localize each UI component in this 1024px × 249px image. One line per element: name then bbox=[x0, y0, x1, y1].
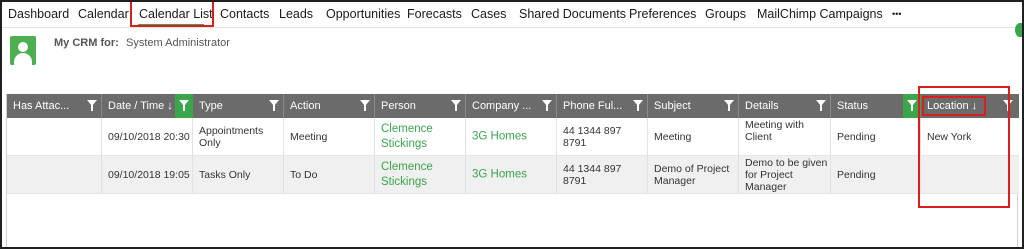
cell-datetime: 09/10/2018 19:05 bbox=[102, 156, 193, 194]
nav-groups[interactable]: Groups bbox=[705, 7, 746, 21]
col-type[interactable]: Type bbox=[193, 94, 284, 118]
cell-datetime: 09/10/2018 20:30 bbox=[102, 118, 193, 156]
filter-icon[interactable] bbox=[447, 94, 465, 118]
col-label: Date / Time ↓ bbox=[108, 100, 173, 112]
highlight-box-location-header bbox=[922, 96, 986, 116]
nav-leads[interactable]: Leads bbox=[279, 7, 313, 21]
crm-user-name: System Administrator bbox=[126, 37, 230, 49]
calendar-list-grid: Has Attac... Date / Time ↓ Type Action P… bbox=[6, 94, 1019, 247]
crm-for-label: My CRM for: bbox=[54, 37, 119, 49]
filter-icon[interactable] bbox=[812, 94, 830, 118]
col-details[interactable]: Details bbox=[739, 94, 831, 118]
nav-dashboard[interactable]: Dashboard bbox=[8, 7, 69, 21]
col-has-attachment[interactable]: Has Attac... bbox=[7, 94, 102, 118]
cell-status: Pending bbox=[831, 156, 921, 194]
nav-shared-documents[interactable]: Shared Documents bbox=[519, 7, 626, 21]
filter-icon[interactable] bbox=[356, 94, 374, 118]
filter-icon[interactable] bbox=[265, 94, 283, 118]
col-date-time[interactable]: Date / Time ↓ bbox=[102, 94, 193, 118]
person-link: Clemence bbox=[381, 161, 433, 173]
cell-company[interactable]: 3G Homes bbox=[466, 156, 557, 194]
col-label: Type bbox=[199, 100, 223, 112]
nav-cases[interactable]: Cases bbox=[471, 7, 506, 21]
filter-icon[interactable] bbox=[629, 94, 647, 118]
col-phone[interactable]: Phone Ful... bbox=[557, 94, 648, 118]
cell-subject: Meeting bbox=[648, 118, 739, 156]
nav-contacts[interactable]: Contacts bbox=[220, 7, 269, 21]
nav-mailchimp-campaigns[interactable]: MailChimp Campaigns bbox=[757, 7, 883, 21]
cell-has-attachment bbox=[7, 156, 102, 194]
top-nav: Dashboard Calendar Calendar List Contact… bbox=[2, 2, 1022, 28]
cell-action: To Do bbox=[284, 156, 375, 194]
filter-icon[interactable] bbox=[83, 94, 101, 118]
cell-type: Tasks Only bbox=[193, 156, 284, 194]
more-menu-icon[interactable]: ••• bbox=[892, 9, 901, 19]
col-label: Subject bbox=[654, 100, 691, 112]
side-handle[interactable] bbox=[1015, 23, 1022, 37]
cell-type: Appointments Only bbox=[193, 118, 284, 156]
company-link: 3G Homes bbox=[472, 130, 527, 143]
grid-header: Has Attac... Date / Time ↓ Type Action P… bbox=[7, 94, 1019, 118]
nav-forecasts[interactable]: Forecasts bbox=[407, 7, 462, 21]
app-frame: Dashboard Calendar Calendar List Contact… bbox=[0, 0, 1024, 249]
filter-icon-active[interactable] bbox=[175, 94, 193, 118]
col-action[interactable]: Action bbox=[284, 94, 375, 118]
col-label: Company ... bbox=[472, 100, 532, 112]
cell-company[interactable]: 3G Homes bbox=[466, 118, 557, 156]
cell-action: Meeting bbox=[284, 118, 375, 156]
cell-has-attachment bbox=[7, 118, 102, 156]
cell-phone: 44 1344 897 8791 bbox=[557, 118, 648, 156]
filter-icon[interactable] bbox=[538, 94, 556, 118]
cell-details: Meeting with Client bbox=[739, 118, 831, 156]
nav-opportunities[interactable]: Opportunities bbox=[326, 7, 400, 21]
nav-calendar[interactable]: Calendar bbox=[78, 7, 129, 21]
col-label: Details bbox=[745, 100, 779, 112]
person-link: Clemence bbox=[381, 123, 433, 135]
filter-icon[interactable] bbox=[720, 94, 738, 118]
user-avatar-icon bbox=[10, 36, 36, 65]
table-row[interactable]: 09/10/2018 20:30 Appointments Only Meetin… bbox=[7, 118, 1019, 156]
col-label: Person bbox=[381, 100, 416, 112]
highlight-box-calendar-list bbox=[130, 2, 214, 27]
col-label: Status bbox=[837, 100, 869, 112]
col-label: Phone Ful... bbox=[563, 100, 623, 112]
col-label: Has Attac... bbox=[13, 100, 70, 112]
cell-status: Pending bbox=[831, 118, 921, 156]
cell-phone: 44 1344 897 8791 bbox=[557, 156, 648, 194]
col-status[interactable]: Status bbox=[831, 94, 921, 118]
col-subject[interactable]: Subject bbox=[648, 94, 739, 118]
col-person[interactable]: Person bbox=[375, 94, 466, 118]
nav-preferences[interactable]: Preferences bbox=[629, 7, 696, 21]
col-label: Action bbox=[290, 100, 321, 112]
cell-person[interactable]: Clemence Stickings bbox=[375, 156, 466, 194]
cell-details: Demo to be given for Project Manager bbox=[739, 156, 831, 194]
col-company[interactable]: Company ... bbox=[466, 94, 557, 118]
company-link: 3G Homes bbox=[472, 168, 527, 181]
cell-person[interactable]: Clemence Stickings bbox=[375, 118, 466, 156]
cell-subject: Demo of Project Manager bbox=[648, 156, 739, 194]
table-row[interactable]: 09/10/2018 19:05 Tasks Only To Do Clemen… bbox=[7, 156, 1019, 194]
